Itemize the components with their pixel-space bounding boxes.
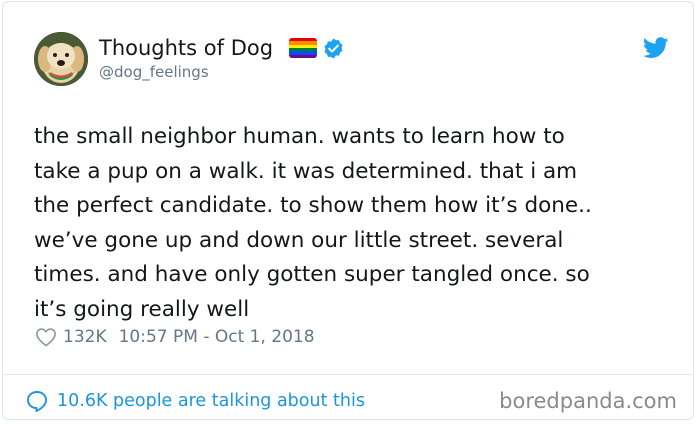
tweet-line: the small neighbor human. wants to learn… xyxy=(34,124,565,149)
tweet-line: it’s going really well xyxy=(34,296,250,322)
speech-bubble-icon xyxy=(27,391,47,412)
tweet-line: take a pup on a walk. it was determined.… xyxy=(34,158,578,184)
divider xyxy=(3,374,693,375)
heart-icon[interactable] xyxy=(35,327,57,347)
tweet-timestamp[interactable]: 10:57 PM - Oct 1, 2018 xyxy=(119,327,315,347)
talking-about-label: 10.6K people are talking about this xyxy=(57,391,365,411)
avatar[interactable] xyxy=(34,32,88,86)
tweet-line: times. and have only gotten super tangle… xyxy=(34,262,590,288)
tweet-line: the perfect candidate. to show them how … xyxy=(34,193,592,219)
talking-about-link[interactable]: 10.6K people are talking about this xyxy=(25,388,365,414)
tweet-line: we’ve gone up and down our little street… xyxy=(34,227,564,253)
twitter-bird-icon[interactable] xyxy=(643,37,669,59)
display-name[interactable]: Thoughts of Dog xyxy=(99,35,273,61)
user-handle[interactable]: @dog_feelings xyxy=(99,62,209,82)
tweet-meta: 132K 10:57 PM - Oct 1, 2018 xyxy=(35,324,315,350)
tweet-text: the small neighbor human. wants to learn… xyxy=(34,120,674,328)
dog-avatar-icon xyxy=(34,32,88,86)
tweet-card: Thoughts of Dog @dog_feelings the small … xyxy=(2,1,694,420)
rainbow-flag-icon xyxy=(289,38,317,58)
verified-badge-icon xyxy=(324,38,343,59)
like-count[interactable]: 132K xyxy=(63,327,107,347)
watermark: boredpanda.com xyxy=(499,389,677,413)
